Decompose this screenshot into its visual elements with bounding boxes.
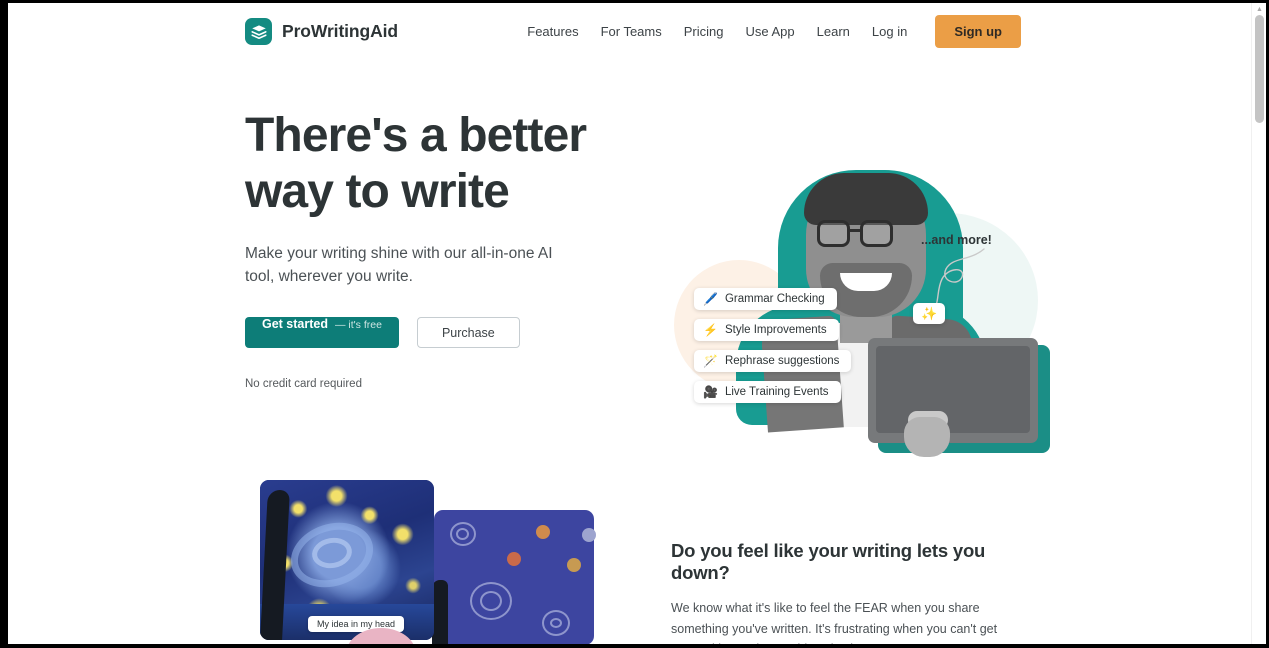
feature-chip-label: Rephrase suggestions — [724, 355, 840, 367]
pen-icon: 🖊️ — [703, 292, 718, 306]
section2-illustration: My idea in my head — [254, 480, 654, 644]
page-scrollbar[interactable]: ▲ — [1251, 3, 1266, 644]
glasses-bridge — [850, 229, 860, 232]
scrollbar-up-arrow-icon[interactable]: ▲ — [1255, 5, 1264, 14]
laptop-icon — [868, 338, 1038, 443]
nav-item-use-app[interactable]: Use App — [735, 18, 806, 45]
nav-item-features[interactable]: Features — [516, 18, 589, 45]
glasses-right-lens — [860, 220, 893, 247]
feature-chip-label: Style Improvements — [724, 324, 827, 336]
feature-chip-style-improvements: ⚡ Style Improvements — [694, 319, 839, 341]
writing-lets-you-down-section: My idea in my head Do you feel like your… — [8, 480, 1251, 644]
get-started-label: Get started — [262, 317, 328, 331]
hero-copy: There's a better way to write Make your … — [245, 108, 645, 390]
nav-item-learn[interactable]: Learn — [806, 18, 861, 45]
get-started-suffix: — it's free — [335, 319, 382, 331]
hero-illustration: ...and more! ✨ 🖊️ Grammar Checking ⚡ Sty… — [668, 155, 1050, 457]
feature-chip-rephrase-suggestions: 🪄 Rephrase suggestions — [694, 350, 852, 372]
page-content: ProWritingAid Features For Teams Pricing… — [8, 3, 1251, 644]
nav-item-pricing[interactable]: Pricing — [673, 18, 735, 45]
nav-item-for-teams[interactable]: For Teams — [590, 18, 673, 45]
dot-shape — [567, 558, 581, 572]
feature-chip-live-training-events: 🎥 Live Training Events — [694, 381, 841, 403]
sparkles-icon: ✨ — [921, 306, 938, 321]
person-hand — [904, 417, 950, 457]
window-frame-bottom — [0, 644, 1269, 648]
lightning-icon: ⚡ — [703, 323, 718, 337]
page-viewport: ProWritingAid Features For Teams Pricing… — [8, 3, 1266, 644]
swirl-shape — [480, 591, 502, 611]
swirl-shape — [550, 618, 562, 628]
get-started-button[interactable]: Get started — it's free — [245, 317, 399, 348]
dot-shape — [536, 525, 550, 539]
swirl-shape — [456, 528, 469, 540]
hero-section: There's a better way to write Make your … — [8, 60, 1251, 480]
brand-name: ProWritingAid — [282, 21, 399, 41]
sparkle-chip: ✨ — [913, 303, 946, 324]
section2-body: We know what it's like to feel the FEAR … — [671, 601, 998, 644]
notebook-cypress-shape — [432, 580, 448, 644]
hero-actions: Get started — it's free Purchase — [245, 317, 645, 348]
scrollbar-thumb[interactable] — [1255, 15, 1264, 123]
section2-title: Do you feel like your writing lets you d… — [671, 540, 986, 583]
nav-item-log-in[interactable]: Log in — [861, 18, 918, 45]
hero-subtitle: Make your writing shine with our all-in-… — [245, 245, 553, 285]
window-frame-left — [0, 0, 8, 648]
window-frame-top — [0, 0, 1269, 3]
notebook-card — [434, 510, 596, 644]
movie-camera-icon: 🎥 — [703, 385, 718, 399]
dot-shape — [507, 552, 521, 566]
starry-night-image: My idea in my head — [260, 480, 434, 640]
sign-up-button[interactable]: Sign up — [935, 15, 1021, 48]
laptop-screen — [876, 346, 1030, 433]
brand-logo[interactable]: ProWritingAid — [245, 18, 398, 45]
and-more-label: ...and more! — [921, 233, 992, 247]
primary-nav: Features For Teams Pricing Use App Learn… — [516, 15, 1021, 48]
browser-frame: ProWritingAid Features For Teams Pricing… — [0, 0, 1269, 648]
no-credit-card-note: No credit card required — [245, 378, 362, 390]
dot-shape — [582, 528, 596, 542]
feature-chip-label: Grammar Checking — [724, 293, 825, 305]
person-hair — [804, 173, 928, 225]
hero-title: There's a better way to write — [245, 109, 587, 218]
feature-chip-label: Live Training Events — [724, 386, 829, 398]
stacked-pages-logo-icon — [245, 18, 272, 45]
feature-chip-grammar-checking: 🖊️ Grammar Checking — [694, 288, 837, 310]
site-header: ProWritingAid Features For Teams Pricing… — [8, 3, 1251, 60]
glasses-left-lens — [817, 220, 850, 247]
purchase-button[interactable]: Purchase — [416, 317, 520, 348]
section2-copy: Do you feel like your writing lets you d… — [671, 540, 1016, 644]
header-inner: ProWritingAid Features For Teams Pricing… — [245, 3, 1021, 60]
magic-wand-icon: 🪄 — [703, 354, 718, 368]
